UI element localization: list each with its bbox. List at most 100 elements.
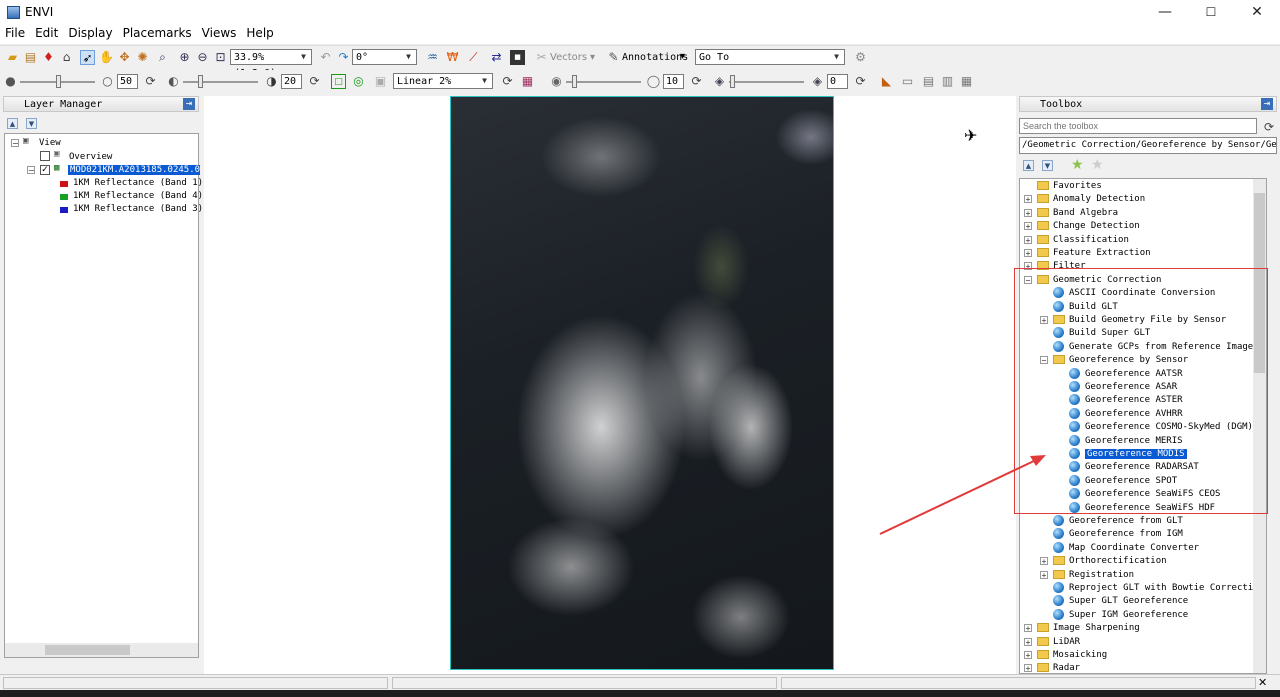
toolbox-folder-0[interactable]: Favorites	[1024, 180, 1102, 193]
maximize-button[interactable]: ☐	[1188, 0, 1234, 25]
annotations-button[interactable]: Annotations	[622, 52, 688, 63]
remove-favorite-icon[interactable]: ★	[1091, 157, 1104, 173]
layout-1-icon[interactable]: ▤	[921, 74, 936, 89]
close-button[interactable]: ✕	[1234, 0, 1280, 25]
zoom-in-icon[interactable]: ⊕	[177, 50, 192, 65]
swipe-icon[interactable]: ⇄	[489, 50, 504, 65]
toolbox-bottom-folder-1[interactable]: + LiDAR	[1024, 636, 1080, 649]
zoom-fit-icon[interactable]: ⊡	[213, 50, 228, 65]
expand-icon[interactable]: +	[1024, 208, 1032, 217]
toolbox-search-input[interactable]	[1019, 118, 1257, 134]
zoom-icon[interactable]: ⌕	[155, 50, 170, 65]
toolbox-gc-after-item-3[interactable]: + Orthorectification	[1040, 555, 1167, 568]
toolbox-gc-after-item-7[interactable]: Super IGM Georeference	[1040, 609, 1188, 622]
goto-combo[interactable]: Go To ▼	[695, 49, 845, 65]
band-4-layer[interactable]: 1KM Reflectance (Band 4)	[73, 191, 203, 201]
scrollbar-thumb[interactable]	[45, 645, 130, 655]
open-icon[interactable]: ▰	[5, 50, 20, 65]
annotations-icon[interactable]: ✎	[606, 50, 621, 65]
file-layer[interactable]: MOD021KM.A2013185.0245.006	[68, 165, 200, 175]
toolbox-gc-after-item-5[interactable]: Reproject GLT with Bowtie Correction	[1040, 582, 1264, 595]
toolbox-gc-after-item-2[interactable]: Map Coordinate Converter	[1040, 542, 1199, 555]
horizontal-scrollbar[interactable]	[5, 643, 198, 657]
export-icon[interactable]: ■	[510, 50, 525, 65]
menu-edit[interactable]: Edit	[30, 25, 63, 41]
transparency-value[interactable]: 0	[827, 74, 848, 89]
transparency-slider-thumb[interactable]	[730, 75, 735, 88]
toolbox-bottom-folder-2[interactable]: + Mosaicking	[1024, 649, 1107, 662]
stretch-full-icon[interactable]: □	[331, 74, 346, 89]
expand-icon[interactable]: +	[1024, 637, 1032, 646]
toolbox-folder-2[interactable]: + Band Algebra	[1024, 207, 1118, 220]
expand-all-icon[interactable]: ▼	[1042, 160, 1053, 171]
chip-icon[interactable]: ◣	[879, 74, 894, 89]
expand-icon[interactable]: +	[1040, 556, 1048, 565]
zoom-out-icon[interactable]: ⊖	[195, 50, 210, 65]
transparency-slider[interactable]	[729, 81, 804, 83]
crosshair-icon[interactable]: ♒	[425, 50, 440, 65]
expand-icon[interactable]: +	[1024, 235, 1032, 244]
overview-checkbox[interactable]	[40, 151, 50, 161]
reset-icon[interactable]: ⟳	[689, 74, 704, 89]
file-layer-checkbox[interactable]: ✓	[40, 165, 50, 175]
toolbox-gc-after-item-0[interactable]: Georeference from GLT	[1040, 515, 1183, 528]
move-down-icon[interactable]: ▼	[26, 118, 37, 129]
pin-icon[interactable]: ⇥	[183, 98, 195, 110]
vectors-button[interactable]: Vectors	[550, 52, 587, 63]
stretch-combo[interactable]: Linear 2% ▼	[393, 73, 493, 89]
overview-layer[interactable]: Overview	[69, 152, 112, 162]
data-manager-icon[interactable]: ▤	[23, 50, 38, 65]
contrast-slider[interactable]	[183, 81, 258, 83]
expand-icon[interactable]: +	[1024, 248, 1032, 257]
toolbox-gc-after-item-4[interactable]: + Registration	[1040, 569, 1134, 582]
collapse-icon[interactable]: −	[27, 166, 35, 175]
spectral-icon[interactable]: ₩	[445, 50, 460, 65]
toolbox-bottom-folder-0[interactable]: + Image Sharpening	[1024, 622, 1140, 635]
sharpen-slider[interactable]	[566, 81, 641, 83]
menu-file[interactable]: File	[0, 25, 30, 41]
toolbox-gc-after-item-1[interactable]: Georeference from IGM	[1040, 528, 1183, 541]
band-3-layer[interactable]: 1KM Reflectance (Band 3)	[73, 204, 203, 214]
image-display[interactable]	[204, 96, 1016, 674]
band-1-layer[interactable]: 1KM Reflectance (Band 1)	[73, 178, 203, 188]
contrast-slider-thumb[interactable]	[198, 75, 203, 88]
rotate-right-icon[interactable]: ↷	[336, 50, 351, 65]
toolbox-folder-5[interactable]: + Feature Extraction	[1024, 247, 1151, 260]
expand-icon[interactable]: +	[1040, 570, 1048, 579]
toolbox-path-field[interactable]: /Geometric Correction/Georeference by Se…	[1019, 137, 1277, 154]
menu-display[interactable]: Display	[63, 25, 117, 41]
select-arrow-icon[interactable]: ➶	[80, 50, 95, 65]
toolbox-folder-4[interactable]: + Classification	[1024, 234, 1129, 247]
brightness-slider-thumb[interactable]	[56, 75, 61, 88]
layout-3-icon[interactable]: ▦	[959, 74, 974, 89]
add-favorite-icon[interactable]: ★	[1071, 157, 1084, 173]
view-node[interactable]: View	[39, 138, 61, 148]
collapse-icon[interactable]: −	[11, 139, 19, 148]
placemark-icon[interactable]: ♦	[41, 50, 56, 65]
pan-icon[interactable]: ✋	[99, 50, 114, 65]
zoom-combo[interactable]: 33.9% (1:3.0)▼	[230, 49, 312, 79]
reset-icon[interactable]: ⟳	[500, 74, 515, 89]
rotation-combo[interactable]: 0° ▼	[352, 49, 417, 65]
minimize-button[interactable]: —	[1142, 0, 1188, 25]
stretch-lock-icon[interactable]: ▣	[373, 74, 388, 89]
rotate-icon[interactable]: ✺	[135, 50, 150, 65]
vectors-icon[interactable]: ✂	[534, 50, 549, 65]
reset-icon[interactable]: ⟳	[143, 74, 158, 89]
reset-icon[interactable]: ⟳	[307, 74, 322, 89]
contrast-value[interactable]: 20	[281, 74, 302, 89]
toolbox-folder-3[interactable]: + Change Detection	[1024, 220, 1140, 233]
profile-icon[interactable]: ⟋	[466, 50, 481, 65]
expand-icon[interactable]: +	[1024, 623, 1032, 632]
layout-2-icon[interactable]: ▥	[940, 74, 955, 89]
stretch-view-icon[interactable]: ◎	[351, 74, 366, 89]
brightness-value[interactable]: 50	[117, 74, 138, 89]
status-close-icon[interactable]: ✕	[1258, 676, 1267, 689]
menu-views[interactable]: Views	[197, 25, 242, 41]
pin-icon[interactable]: ⇥	[1261, 98, 1273, 110]
refresh-icon[interactable]: ⟳	[1264, 120, 1274, 134]
sharpen-slider-thumb[interactable]	[572, 75, 577, 88]
toolbox-gc-after-item-6[interactable]: Super GLT Georeference	[1040, 595, 1188, 608]
portal-icon[interactable]: ▭	[900, 74, 915, 89]
move-up-icon[interactable]: ▲	[7, 118, 18, 129]
